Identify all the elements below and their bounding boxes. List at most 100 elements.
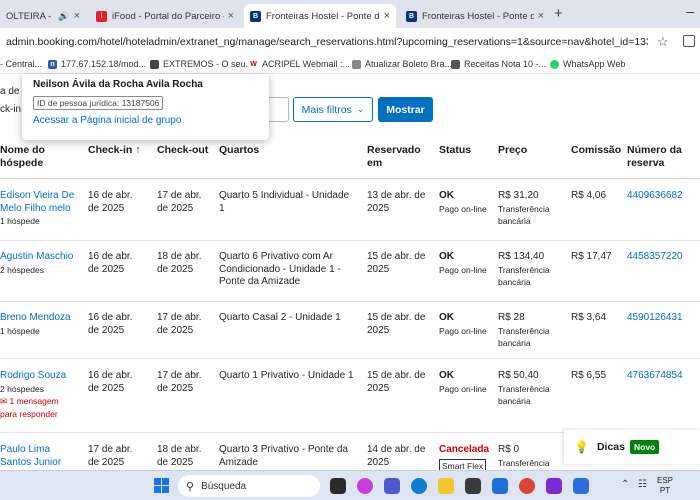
booked-date: 15 de abr. de 2025 <box>367 312 426 336</box>
reservation-number-link[interactable]: 4409636682 <box>627 190 683 203</box>
guest-name-link[interactable]: Edison Vieira De Melo Filho melo <box>0 190 75 215</box>
col-status[interactable]: Status <box>439 144 471 157</box>
col-reservation-number[interactable]: Número da reserva <box>627 144 692 170</box>
chevron-up-icon[interactable]: ⌃ <box>621 479 629 490</box>
new-tab-icon[interactable]: + <box>554 5 563 22</box>
status-cell: Cancelada Smart Flex <box>439 444 494 473</box>
col-checkout[interactable]: Check-out <box>157 144 208 157</box>
col-commission[interactable]: Comissão <box>571 144 621 157</box>
teams-icon[interactable] <box>384 478 400 494</box>
guest-cell: Breno Mendoza 1 hóspede <box>0 312 75 337</box>
address-bar[interactable]: admin.booking.com/hotel/hoteladmin/extra… <box>0 28 700 56</box>
left-stub-label: a de <box>0 86 20 97</box>
speaker-icon[interactable]: 🔊 <box>58 11 69 22</box>
more-filters-label: Mais filtros <box>301 103 352 116</box>
bookmark-receitas[interactable]: Receitas Nota 10 -... <box>451 59 546 69</box>
col-booked-on[interactable]: Reservado em <box>367 144 421 170</box>
app-icon[interactable] <box>573 478 589 494</box>
status-badge: Cancelada <box>439 444 490 455</box>
tab-title: Fronteiras Hostel - Ponte da Am <box>266 10 380 22</box>
checkin-date: 16 de abr. de 2025 <box>88 251 133 275</box>
mail-icon[interactable] <box>492 478 508 494</box>
payment-method: Transferência bancária <box>498 264 550 288</box>
row-divider <box>0 240 700 241</box>
guest-cell: Paulo Lima Santos Junior <box>0 444 65 469</box>
guest-name-link[interactable]: Agustin Maschio <box>0 251 75 264</box>
guest-name-link[interactable]: Paulo Lima Santos Junior <box>0 444 65 469</box>
tips-panel[interactable]: 💡 Dicas Novo <box>564 430 700 464</box>
col-rooms[interactable]: Quartos <box>219 144 259 157</box>
network-icon[interactable]: ☷ <box>638 479 647 490</box>
show-button[interactable]: Mostrar <box>378 97 433 122</box>
guest-cell: Rodrigo Souza 2 hóspedes ✉ 1 mensagem pa… <box>0 370 80 420</box>
price-cell: R$ 134,40 Transferência bancária <box>498 251 563 289</box>
bookmark-star-icon[interactable]: ☆ <box>657 34 669 50</box>
bookmark-acripel[interactable]: W ACRIPEL Webmail :... <box>249 59 350 69</box>
tab-title: OLTEIRA - J.Es <box>6 10 54 22</box>
app-icon[interactable] <box>546 478 562 494</box>
tab-fronteiras-active[interactable]: B Fronteiras Hostel - Ponte da Am × <box>244 4 396 28</box>
price-cell: R$ 28 Transferência bancária <box>498 312 563 350</box>
account-name: Neilson Ávila da Rocha Avila Rocha <box>33 79 203 90</box>
reservation-number-link[interactable]: 4763674854 <box>627 370 683 383</box>
minimize-icon[interactable]: – <box>686 3 694 19</box>
booked-date: 13 de abr. de 2025 <box>367 190 426 214</box>
header-divider <box>0 178 700 179</box>
booking-icon: B <box>406 10 417 22</box>
more-filters-button[interactable]: Mais filtros ⌄ <box>293 97 373 122</box>
payment-status: Pago on-line <box>439 203 487 214</box>
price-value: R$ 50,40 <box>498 370 539 381</box>
bookmark-ip[interactable]: n 177.67.152.18/mod... <box>48 59 146 69</box>
chrome-icon[interactable] <box>519 478 535 494</box>
extensions-icon[interactable] <box>683 35 695 47</box>
search-input[interactable] <box>268 97 289 122</box>
booked-date: 15 de abr. de 2025 <box>367 370 426 394</box>
guest-name-link[interactable]: Breno Mendoza <box>0 312 75 325</box>
edge-icon[interactable] <box>411 478 427 494</box>
checkin-date: 16 de abr. de 2025 <box>88 190 133 214</box>
bookmark-central[interactable]: - Central... <box>0 59 42 69</box>
close-tab-icon[interactable]: × <box>384 10 390 22</box>
store-icon[interactable] <box>465 478 481 494</box>
guest-name-link[interactable]: Rodrigo Souza <box>0 370 80 383</box>
bookmark-label: EXTREMOS - O seu... <box>163 59 254 69</box>
checkin-date: 17 de abr. de 2025 <box>88 444 133 468</box>
reservation-number-link[interactable]: 4458357220 <box>627 251 683 264</box>
file-explorer-icon[interactable] <box>438 478 454 494</box>
payment-status: Pago on-line <box>439 325 487 336</box>
close-tab-icon[interactable]: × <box>228 10 234 22</box>
bookmark-whatsapp[interactable]: WhatsApp Web <box>550 59 625 69</box>
copilot-icon[interactable] <box>357 478 373 494</box>
room-name: Quarto 6 Privativo com Ar Condicionado -… <box>219 251 341 287</box>
status-badge: OK <box>439 251 454 262</box>
tab-olteira[interactable]: OLTEIRA - J.Es 🔊 × <box>0 4 86 28</box>
task-view-icon[interactable] <box>330 478 346 494</box>
close-tab-icon[interactable]: × <box>538 10 544 22</box>
message-count: 1 mensagem <box>9 396 59 406</box>
tab-fronteiras[interactable]: B Fronteiras Hostel - Ponte da Am × <box>400 4 550 28</box>
checkin-date: 16 de abr. de 2025 <box>88 312 133 336</box>
col-checkin[interactable]: Check-in ↑ <box>88 144 141 157</box>
unread-message-link[interactable]: ✉ 1 mensagem <box>0 395 80 408</box>
message-note: para responder <box>0 408 58 419</box>
commission-value: R$ 3,64 <box>571 312 607 323</box>
taskbar-search-input[interactable]: ⚲ Búsqueda <box>178 475 320 497</box>
status-badge: OK <box>439 370 454 381</box>
group-homepage-link[interactable]: Acessar a Página inicial de grupo <box>33 115 181 126</box>
tips-label: Dicas <box>596 441 625 453</box>
new-badge: Novo <box>629 440 660 454</box>
tab-ifood[interactable]: i iFood - Portal do Parceiro - For × <box>90 4 240 28</box>
col-guest-name[interactable]: Nome do hóspede <box>0 144 80 170</box>
bookmark-extremos[interactable]: EXTREMOS - O seu... <box>150 59 253 69</box>
col-price[interactable]: Preço <box>498 144 527 157</box>
language-indicator[interactable]: ESP PT <box>657 476 673 496</box>
bookmark-boleto[interactable]: Atualizar Boleto Bra... <box>352 59 452 69</box>
windows-start-icon[interactable] <box>154 478 170 494</box>
url-text[interactable]: admin.booking.com/hotel/hoteladmin/extra… <box>6 36 648 48</box>
reservation-number-link[interactable]: 4590126431 <box>627 312 683 325</box>
checkin-date: 16 de abr. de 2025 <box>88 370 133 394</box>
close-tab-icon[interactable]: × <box>74 10 80 22</box>
status-cell: OK Pago on-line <box>439 370 494 395</box>
account-dropdown: Neilson Ávila da Rocha Avila Rocha ID de… <box>22 74 269 140</box>
room-name: Quarto 5 Individual - Unidade 1 <box>219 190 350 214</box>
